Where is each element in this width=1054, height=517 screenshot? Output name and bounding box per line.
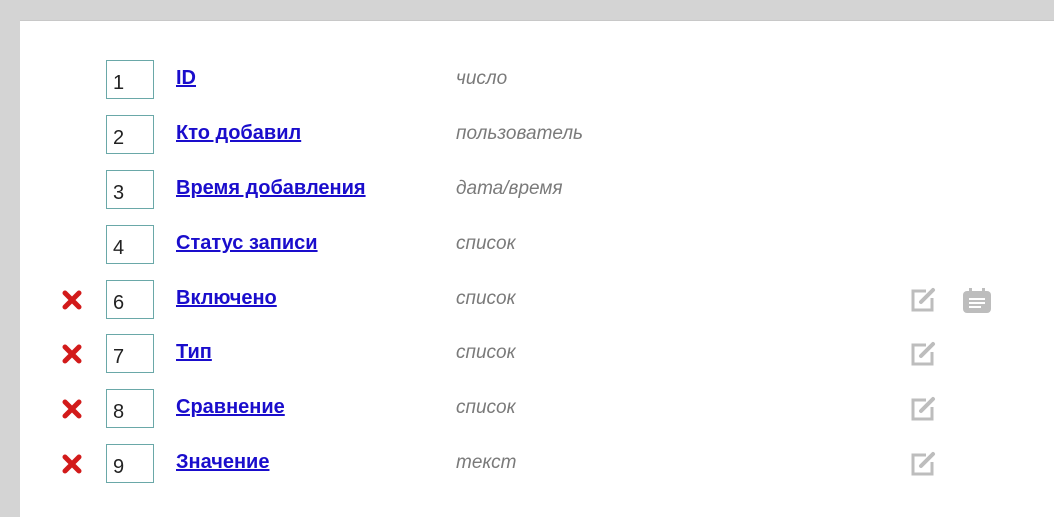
field-name-link[interactable]: ID [176,67,196,90]
field-order-input[interactable] [106,170,154,209]
field-type-label: текст [456,452,517,473]
field-name-link[interactable]: Включено [176,287,277,310]
field-name-link[interactable]: Кто добавил [176,122,301,145]
field-name-link[interactable]: Тип [176,341,212,364]
field-type-label: список [456,288,516,309]
field-type-label: дата/время [456,178,563,199]
field-name-link[interactable]: Значение [176,451,269,474]
delete-icon[interactable] [61,343,83,365]
delete-icon[interactable] [61,398,83,420]
field-row: ID число [0,58,1054,112]
field-type-label: список [456,397,516,418]
field-order-input[interactable] [106,60,154,99]
field-row: Включено список [0,278,1054,332]
field-name-link[interactable]: Сравнение [176,396,285,419]
field-row: Кто добавил пользователь [0,113,1054,167]
field-row: Значение текст [0,442,1054,496]
field-order-input[interactable] [106,444,154,483]
field-type-label: список [456,342,516,363]
field-name-link[interactable]: Статус записи [176,232,318,255]
field-order-input[interactable] [106,334,154,373]
notes-icon[interactable] [961,288,993,314]
edit-icon[interactable] [909,450,937,478]
field-row: Тип список [0,332,1054,386]
field-row: Статус записи список [0,223,1054,277]
field-type-label: число [456,68,508,89]
field-order-input[interactable] [106,225,154,264]
field-type-label: список [456,233,516,254]
field-row: Время добавления дата/время [0,168,1054,222]
field-type-label: пользователь [456,123,584,144]
edit-icon[interactable] [909,340,937,368]
delete-icon[interactable] [61,453,83,475]
field-order-input[interactable] [106,115,154,154]
field-name-link[interactable]: Время добавления [176,177,366,200]
field-order-input[interactable] [106,389,154,428]
field-list: ID число Кто добавил пользователь Время … [0,0,1054,517]
field-order-input[interactable] [106,280,154,319]
edit-icon[interactable] [909,395,937,423]
delete-icon[interactable] [61,289,83,311]
field-row: Сравнение список [0,387,1054,441]
edit-icon[interactable] [909,286,937,314]
